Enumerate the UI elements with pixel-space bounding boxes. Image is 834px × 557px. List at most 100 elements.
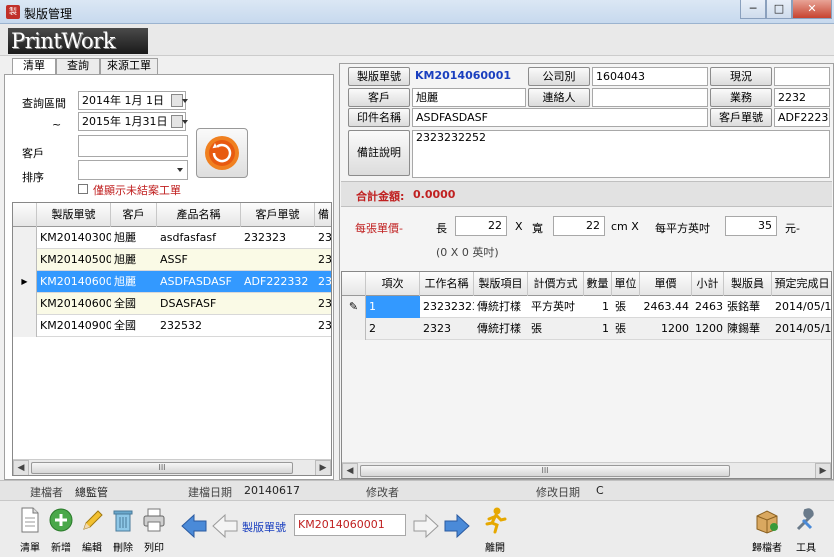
table-row[interactable]: ▶KM2014060001旭麗 ASDFASDASF ADF222332 232 (13, 271, 331, 293)
scroll-left-icon[interactable]: ◀ (13, 460, 29, 475)
horizontal-scrollbar[interactable]: ◀ III ▶ (13, 459, 331, 475)
delete-button[interactable]: 刪除 (108, 506, 138, 554)
col-customer[interactable]: 客戶 (111, 203, 157, 227)
col-note[interactable]: 備 (315, 203, 331, 227)
col-item[interactable]: 項次 (366, 272, 420, 296)
customer-field[interactable]: 旭麗 (412, 88, 526, 107)
product-name-field[interactable]: ASDFASDASF (412, 108, 708, 127)
only-uncompleted-checkbox[interactable] (78, 184, 88, 194)
table-row[interactable]: KM2014030001旭麗 asdfasfasf 232323 232 (13, 227, 331, 249)
col-job[interactable]: 工作名稱 (420, 272, 474, 296)
row-selector[interactable] (13, 315, 37, 337)
col-price[interactable]: 單價 (640, 272, 692, 296)
calendar-icon[interactable] (171, 94, 188, 107)
tab-source-orders[interactable]: 來源工單 (100, 58, 158, 74)
tab-list[interactable]: 清單 (12, 58, 56, 75)
close-button[interactable]: ✕ (792, 0, 832, 19)
product-name-button[interactable]: 印件名稱 (348, 108, 410, 127)
row-selector[interactable] (13, 293, 37, 315)
app-logo: PrintWork (8, 28, 148, 54)
nav-order-input[interactable]: KM2014060001 (294, 514, 406, 536)
items-scroll-thumb[interactable]: III (360, 465, 730, 477)
modified-date-value: C (596, 484, 604, 497)
scroll-thumb[interactable]: III (31, 462, 293, 474)
next-record-button[interactable] (443, 513, 471, 542)
first-record-button[interactable] (211, 513, 239, 542)
arrow-right-outline-icon (413, 513, 439, 539)
table-cell: 1200 (695, 322, 723, 335)
width-input[interactable]: 22 (553, 216, 605, 236)
items-horizontal-scrollbar[interactable]: ◀ III ▶ (342, 462, 831, 478)
only-uncompleted-label: 僅顯示未結案工單 (93, 184, 181, 197)
sort-select[interactable] (78, 160, 188, 180)
maximize-button[interactable]: □ (766, 0, 792, 19)
customer-filter-input[interactable] (78, 135, 188, 157)
edit-button[interactable]: 編輯 (77, 506, 107, 554)
col-order-no[interactable]: 製版單號 (37, 203, 111, 227)
date-to-picker[interactable]: 2015年 1月31日 (78, 112, 188, 131)
table-row[interactable]: KM2014090001全國 232532 233 (13, 315, 331, 337)
remark-field[interactable]: 2323232252 (412, 130, 830, 178)
table-row[interactable]: 22323傳統打樣張1張12001200陳錫華2014/05/17 (342, 318, 831, 340)
table-row[interactable]: KM2014050001旭麗 ASSF 232 (13, 249, 332, 271)
row-selector[interactable]: ▶ (13, 271, 37, 293)
sales-field[interactable]: 2232 (774, 88, 830, 107)
edit-row-pencil-icon[interactable]: ✎ (342, 296, 366, 318)
col-maker[interactable]: 製版員 (724, 272, 772, 296)
add-button[interactable]: 新增 (46, 506, 76, 554)
row-selector[interactable] (342, 318, 366, 340)
pencil-icon (83, 510, 103, 530)
date-from-value: 2014年 1月 1日 (82, 94, 164, 107)
remark-button[interactable]: 備註說明 (348, 130, 410, 176)
tab-query[interactable]: 查詢 (56, 58, 100, 74)
col-pricing[interactable]: 計價方式 (528, 272, 584, 296)
row-selector[interactable] (13, 249, 37, 271)
order-no-button[interactable]: 製版單號 (348, 67, 410, 86)
status-field[interactable] (774, 67, 830, 86)
length-input[interactable]: 22 (455, 216, 507, 236)
col-subtotal[interactable]: 小計 (692, 272, 724, 296)
plus-icon (49, 508, 73, 532)
unit-price-label: 每張單價- (355, 222, 403, 235)
per-inch-input[interactable]: 35 (725, 216, 777, 236)
print-button[interactable]: 列印 (139, 506, 169, 554)
company-button[interactable]: 公司別 (528, 67, 590, 86)
contact-button[interactable]: 連絡人 (528, 88, 590, 107)
date-from-picker[interactable]: 2014年 1月 1日 (78, 91, 188, 110)
company-field[interactable]: 1604043 (592, 67, 708, 86)
scroll-right-icon[interactable]: ▶ (815, 463, 831, 478)
row-selector[interactable] (13, 227, 37, 249)
length-label: 長 (436, 222, 447, 235)
col-due[interactable]: 預定完成日 (772, 272, 831, 296)
table-row[interactable]: ✎ 1 23232323 傳統打樣 平方英吋 1 張 2463.44 2463 張銘華 2014/0… (342, 296, 831, 318)
tools-button[interactable]: 工具 (788, 506, 824, 554)
list-button[interactable]: 清單 (15, 506, 45, 554)
minimize-button[interactable]: ─ (740, 0, 766, 19)
table-cell: 平方英吋 (531, 300, 575, 313)
col-product[interactable]: 產品名稱 (157, 203, 241, 227)
next-record-outline-button[interactable] (412, 513, 440, 542)
scroll-left-icon[interactable]: ◀ (342, 463, 358, 478)
cust-no-button[interactable]: 客戶單號 (710, 108, 772, 127)
col-cust-no[interactable]: 客戶單號 (241, 203, 315, 227)
col-type[interactable]: 製版項目 (474, 272, 528, 296)
archive-button[interactable]: 歸檔者 (752, 506, 782, 554)
prev-record-button[interactable] (180, 513, 208, 542)
status-button[interactable]: 現況 (710, 67, 772, 86)
cust-no-field[interactable]: ADF222332 (774, 108, 830, 127)
scroll-right-icon[interactable]: ▶ (315, 460, 331, 475)
col-unit[interactable]: 單位 (612, 272, 640, 296)
contact-field[interactable] (592, 88, 708, 107)
calendar-icon[interactable] (171, 115, 188, 128)
table-row[interactable]: KM2014060002全國 DSASFASF 232 (13, 293, 331, 315)
query-button[interactable] (196, 128, 248, 178)
sales-button[interactable]: 業務 (710, 88, 772, 107)
table-cell: 232 (318, 253, 332, 266)
table-cell: DSASFASF (160, 297, 217, 310)
printer-icon (143, 508, 165, 532)
customer-button[interactable]: 客戶 (348, 88, 410, 107)
table-cell: 傳統打樣 (477, 300, 521, 313)
col-qty[interactable]: 數量 (584, 272, 612, 296)
leave-button[interactable]: 離開 (480, 506, 510, 554)
date-range-tilde: ~ (52, 118, 62, 131)
